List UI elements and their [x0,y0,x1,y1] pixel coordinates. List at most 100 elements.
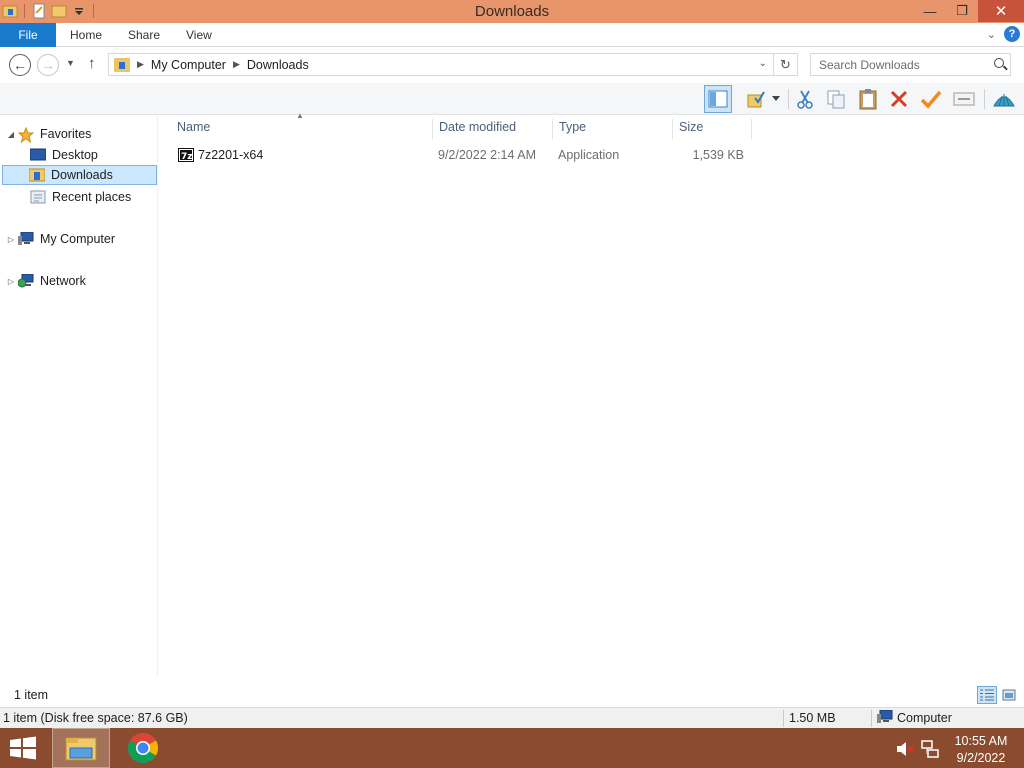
downloads-folder-icon [114,57,130,72]
title-bar: Downloads — ❐ ✕ [0,0,1024,23]
clock-time[interactable]: 10:55 AM [950,734,1012,748]
expand-ribbon-icon[interactable]: ⌄ [987,28,996,41]
search-input[interactable]: Search Downloads [810,53,1011,76]
large-icons-view-icon[interactable] [999,686,1019,704]
folder-options-icon[interactable] [742,85,770,113]
windows-start-icon[interactable] [8,736,38,760]
column-header-type[interactable]: Type [552,119,672,139]
divider [788,89,789,109]
column-header-name[interactable]: Name [171,119,431,139]
expand-arrow-icon[interactable]: ▷ [6,277,16,286]
preview-pane-icon[interactable] [704,85,732,113]
divider [984,89,985,109]
file-row[interactable]: 7z 7z2201-x64 9/2/2022 2:14 AM Applicati… [172,145,752,166]
network-label: Network [40,274,86,288]
ribbon-right-controls: ⌄ ? [987,26,1020,42]
back-button[interactable]: ← [9,54,31,76]
column-header-size[interactable]: Size [672,119,752,139]
file-type: Application [558,148,620,162]
breadcrumb-downloads[interactable]: Downloads [247,58,309,72]
details-view-icon[interactable] [977,686,997,704]
tab-share[interactable]: Share [128,23,160,47]
item-count: 1 item [14,688,49,702]
search-icon[interactable] [994,58,1004,68]
customize-qat-icon[interactable] [71,3,87,19]
taskbar: 10:55 AM 9/2/2022 [0,728,1024,768]
shell-icon[interactable] [990,85,1018,113]
favorites-label: Favorites [40,127,92,141]
star-icon [17,126,35,144]
new-folder-icon[interactable] [51,3,67,19]
downloads-folder-icon [28,168,46,182]
close-button[interactable]: ✕ [978,0,1024,22]
cut-icon[interactable] [791,85,819,113]
nav-item-recent-places[interactable]: Recent places [30,187,131,207]
copy-icon[interactable] [822,85,850,113]
svg-text:7z: 7z [181,152,193,162]
7zip-app-icon: 7z [178,147,194,166]
refresh-icon[interactable]: ↻ [773,54,797,75]
address-dropdown-icon[interactable]: ⌄ [759,58,767,69]
file-explorer-taskbar-button[interactable] [52,728,110,768]
tab-home[interactable]: Home [70,23,102,47]
properties-icon[interactable] [31,3,47,19]
address-row: ← → ▼ ↑ ▶ My Computer ▶ Downloads ⌄ ↻ Se… [0,48,1024,82]
delete-icon[interactable] [885,85,913,113]
chrome-taskbar-button[interactable] [114,728,172,768]
nav-item-desktop[interactable]: Desktop [29,145,98,165]
quick-access-toolbar [2,3,96,19]
search-placeholder: Search Downloads [819,57,920,72]
disk-free-space: 1 item (Disk free space: 87.6 GB) [3,711,188,725]
file-name: 7z2201-x64 [198,148,264,162]
file-date-modified: 9/2/2022 2:14 AM [438,148,536,162]
nav-item-label: Desktop [52,148,98,162]
nav-favorites[interactable]: ◢ Favorites [6,124,91,144]
selection-size: 1.50 MB [789,711,836,725]
help-icon[interactable]: ? [1004,26,1020,42]
tab-file[interactable]: File [0,23,56,47]
window-controls: — ❐ ✕ [914,0,1024,22]
divider [24,4,25,18]
divider [783,710,784,727]
volume-muted-icon[interactable] [896,741,914,760]
downloads-folder-icon[interactable] [2,3,18,19]
divider [871,710,872,727]
paste-icon[interactable] [854,85,882,113]
network-tray-icon[interactable] [921,740,939,761]
expand-arrow-icon[interactable]: ▷ [6,235,16,244]
network-icon [17,273,34,288]
address-bar[interactable]: ▶ My Computer ▶ Downloads ⌄ ↻ [108,53,798,76]
computer-icon [877,709,893,727]
nav-network[interactable]: ▷ Network [6,271,86,291]
command-toolbar [0,83,1024,115]
ribbon-tabs: File Home Share View ⌄ ? [0,23,1024,47]
chevron-right-icon[interactable]: ▶ [233,59,240,70]
minimize-button[interactable]: — [914,0,946,22]
computer-icon [18,231,34,246]
chevron-right-icon[interactable]: ▶ [137,59,144,70]
nav-my-computer[interactable]: ▷ My Computer [6,229,115,249]
chevron-down-icon[interactable] [768,85,784,113]
forward-button[interactable]: → [37,54,59,76]
rename-icon[interactable] [950,85,978,113]
check-icon[interactable] [917,85,945,113]
restore-button[interactable]: ❐ [946,0,978,22]
nav-item-label: Recent places [52,190,132,204]
status-bar: 1 item [0,684,1024,706]
clock-date[interactable]: 9/2/2022 [950,751,1012,765]
navigation-pane: ◢ Favorites Desktop Downloads Recent pla… [0,116,158,676]
file-size: 1,539 KB [692,148,744,162]
collapse-arrow-icon[interactable]: ◢ [6,130,16,139]
location-label: Computer [897,711,952,725]
recent-places-icon [30,190,46,204]
nav-item-downloads[interactable]: Downloads [2,165,157,185]
breadcrumb-my-computer[interactable]: My Computer [151,58,226,72]
tab-view[interactable]: View [186,23,212,47]
my-computer-label: My Computer [40,232,116,246]
up-arrow-icon[interactable]: ↑ [88,55,96,72]
window-title: Downloads [474,3,550,20]
divider [93,4,94,18]
column-header-date-modified[interactable]: Date modified [432,119,552,139]
details-bar: 1 item (Disk free space: 87.6 GB) 1.50 M… [0,707,1024,728]
recent-locations-icon[interactable]: ▼ [66,58,75,68]
